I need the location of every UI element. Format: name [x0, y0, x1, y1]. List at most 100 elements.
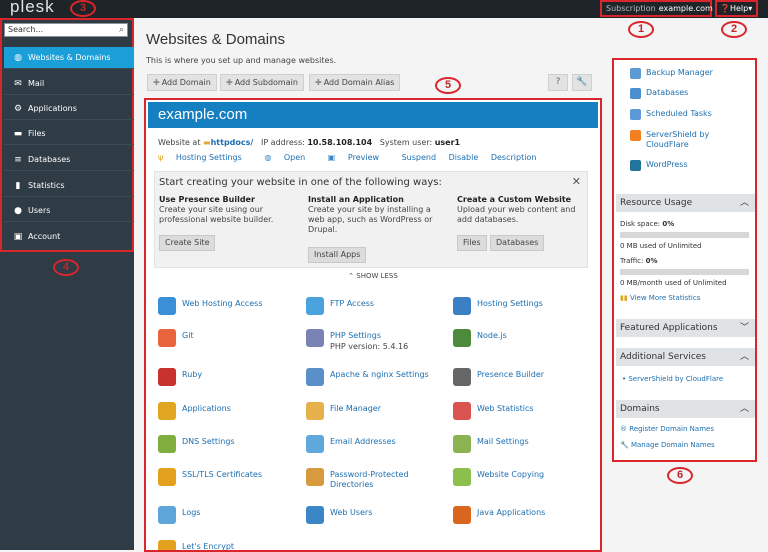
- subscription-value: example.com: [658, 4, 713, 13]
- help-menu[interactable]: ❓Help▾: [715, 0, 758, 17]
- servershield-link[interactable]: • ServerShield by CloudFlare: [622, 375, 723, 383]
- tool-item[interactable]: Git: [158, 329, 308, 355]
- tool-label: Hosting Settings: [477, 299, 543, 308]
- tool-item[interactable]: Web Users: [306, 506, 456, 532]
- email-icon: [306, 435, 324, 453]
- gear-icon: ⚙: [13, 104, 23, 114]
- additional-services-header[interactable]: Additional Services ︿: [616, 348, 755, 366]
- tool-item[interactable]: Hosting Settings: [453, 297, 600, 323]
- suspend-link[interactable]: Suspend: [402, 153, 436, 162]
- file-manager-icon: [306, 402, 324, 420]
- close-icon[interactable]: ✕: [572, 175, 581, 188]
- resource-usage-header[interactable]: Resource Usage ︿: [616, 194, 755, 212]
- tool-item[interactable]: FTP Access: [306, 297, 456, 323]
- sidebar-item-label: Statistics: [28, 181, 65, 190]
- tool-label: Ruby: [182, 370, 203, 379]
- register-domain-link[interactable]: ® Register Domain Names: [620, 425, 714, 433]
- tool-item[interactable]: Java Applications: [453, 506, 600, 532]
- tool-item[interactable]: Apache & nginx Settings: [306, 368, 456, 394]
- tool-item[interactable]: Let's Encrypt: [158, 540, 308, 550]
- disable-link[interactable]: Disable: [449, 153, 479, 162]
- domains-header[interactable]: Domains ︿: [616, 400, 755, 418]
- subscription-selector[interactable]: Subscription example.com: [600, 0, 713, 17]
- featured-applications-header[interactable]: Featured Applications ﹀: [616, 319, 755, 337]
- databases-button[interactable]: Databases: [490, 235, 545, 251]
- tool-item[interactable]: Email Addresses: [306, 435, 456, 461]
- backup-icon: [630, 68, 641, 79]
- create-site-button[interactable]: Create Site: [159, 235, 216, 251]
- sidebar-item-mail[interactable]: ✉ Mail: [4, 73, 134, 95]
- tool-item[interactable]: Logs: [158, 506, 308, 532]
- sidebar-item-label: Account: [28, 232, 61, 241]
- register-icon: ®: [620, 425, 627, 433]
- tool-label: Web Users: [330, 508, 373, 517]
- files-button[interactable]: Files: [457, 235, 487, 251]
- user-icon: ●: [14, 206, 22, 216]
- link-label: ServerShield by CloudFlare: [628, 375, 724, 383]
- quick-link[interactable]: WordPress: [630, 160, 740, 171]
- system-user-label: System user:: [379, 138, 433, 147]
- sidebar-item-files[interactable]: ▬ Files: [4, 123, 134, 145]
- quick-link[interactable]: Scheduled Tasks: [630, 109, 740, 120]
- tool-item[interactable]: Ruby: [158, 368, 308, 394]
- tool-item[interactable]: Web Statistics: [453, 402, 600, 428]
- plesk-logo[interactable]: plesk: [10, 0, 55, 17]
- tool-label: Email Addresses: [330, 437, 396, 446]
- ssl-icon: [158, 468, 176, 486]
- calendar-icon: [630, 109, 641, 120]
- plus-icon: ✚: [315, 78, 322, 87]
- sidebar-item-account[interactable]: ▣ Account: [4, 226, 134, 248]
- nodejs-icon: [453, 329, 471, 347]
- docroot-link[interactable]: httpdocs/: [211, 138, 254, 147]
- tool-item[interactable]: Website Copying: [453, 468, 600, 494]
- bar-chart-icon: ▮▮: [620, 294, 628, 302]
- view-more-statistics-link[interactable]: ▮▮ View More Statistics: [620, 294, 700, 302]
- globe-icon: ◍: [14, 53, 22, 63]
- wrench-icon: 🔧: [620, 441, 629, 449]
- tool-item[interactable]: SSL/TLS Certificates: [158, 468, 308, 494]
- website-copying-icon: [453, 468, 471, 486]
- add-domain-button[interactable]: ✚ Add Domain: [147, 74, 217, 91]
- main-content: Websites & Domains This is where you set…: [134, 18, 602, 552]
- tool-item[interactable]: Web Hosting Access: [158, 297, 308, 323]
- tool-item[interactable]: PHP Settings PHP version: 5.4.16: [306, 329, 456, 355]
- add-subdomain-button[interactable]: ✚ Add Subdomain: [220, 74, 304, 91]
- sidebar-item-label: Users: [28, 206, 51, 215]
- sidebar-item-statistics[interactable]: ▮ Statistics: [4, 175, 134, 197]
- tool-label: Web Hosting Access: [182, 299, 263, 308]
- chevron-down-icon: ﹀: [739, 323, 749, 333]
- sidebar-item-label: Applications: [28, 104, 77, 113]
- help-question-icon[interactable]: ?: [548, 74, 568, 91]
- sidebar-item-applications[interactable]: ⚙ Applications: [4, 98, 134, 120]
- website-at-label: Website at: [158, 138, 201, 147]
- sidebar-item-users[interactable]: ● Users: [4, 200, 134, 222]
- open-link[interactable]: ◍ Open: [264, 153, 315, 162]
- quick-link[interactable]: Databases: [630, 88, 740, 99]
- help-label: Help: [729, 4, 749, 13]
- java-icon: [453, 506, 471, 524]
- tool-item[interactable]: Node.js: [453, 329, 600, 355]
- preview-link[interactable]: ▣ Preview: [328, 153, 389, 162]
- manage-domain-link[interactable]: 🔧 Manage Domain Names: [620, 441, 715, 449]
- tool-item[interactable]: Mail Settings: [453, 435, 600, 461]
- tool-item[interactable]: Presence Builder: [453, 368, 600, 394]
- tool-item[interactable]: DNS Settings: [158, 435, 308, 461]
- add-domain-alias-button[interactable]: ✚ Add Domain Alias: [309, 74, 401, 91]
- logs-icon: [158, 506, 176, 524]
- domain-name-header[interactable]: example.com: [148, 102, 598, 128]
- tool-item[interactable]: Password-Protected Directories: [306, 468, 456, 494]
- hosting-settings-link[interactable]: ψ Hosting Settings: [158, 153, 252, 162]
- sidebar-item-databases[interactable]: ≡ Databases: [4, 149, 134, 171]
- show-less-toggle[interactable]: ⌃ SHOW LESS: [146, 272, 600, 280]
- description-link[interactable]: Description: [491, 153, 537, 162]
- quick-link[interactable]: ServerShield by CloudFlare: [630, 130, 740, 150]
- quick-link[interactable]: Backup Manager: [630, 68, 740, 79]
- web-hosting-icon: [158, 297, 176, 315]
- wrench-icon[interactable]: 🔧: [572, 74, 592, 91]
- chevron-up-icon: ︿: [739, 352, 749, 362]
- quick-link-label: WordPress: [646, 160, 688, 169]
- sidebar-item-websites-domains[interactable]: ◍ Websites & Domains: [4, 47, 134, 69]
- tool-item[interactable]: File Manager: [306, 402, 456, 428]
- install-apps-button[interactable]: Install Apps: [308, 247, 367, 263]
- tool-item[interactable]: Applications: [158, 402, 308, 428]
